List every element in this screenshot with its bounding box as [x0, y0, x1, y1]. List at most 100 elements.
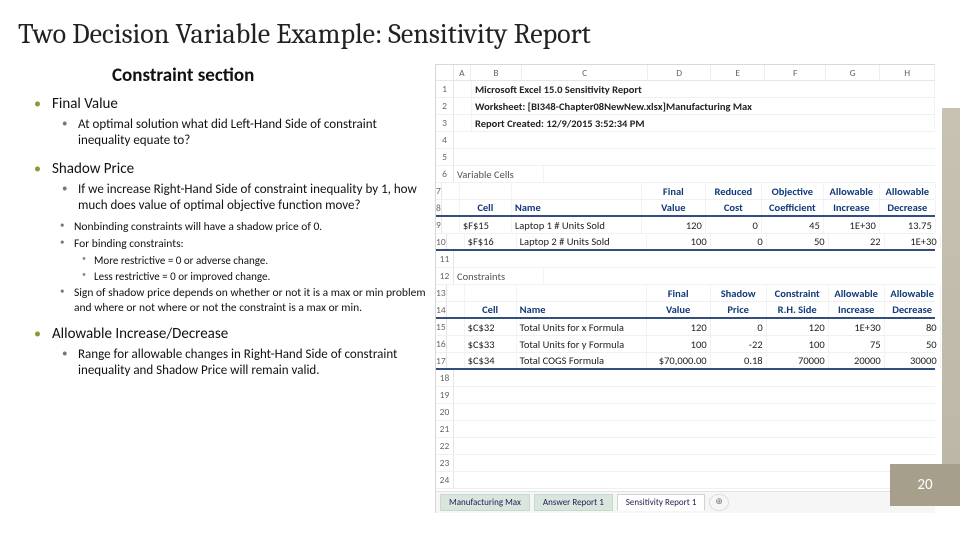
td: 1E+30: [885, 234, 941, 249]
bullet-allowable: Allowable Increase/Decrease Range for al…: [24, 325, 429, 380]
th: Shadow: [711, 285, 767, 301]
td: 0: [711, 234, 767, 249]
td: 120: [642, 217, 706, 233]
col-F: F: [765, 65, 825, 80]
td: 0: [706, 217, 762, 233]
note: Nonbinding constraints will have a shado…: [52, 220, 429, 234]
th: R.H. Side: [767, 302, 829, 317]
td: 80: [885, 319, 941, 335]
th: Decrease: [885, 302, 941, 317]
td: Laptop 2 # Units Sold: [517, 234, 647, 249]
td: -22: [711, 336, 767, 352]
slide-title: Two Decision Variable Example: Sensitivi…: [0, 0, 960, 50]
bullet-heading: Final Value: [52, 95, 118, 113]
add-sheet-icon[interactable]: ⊕: [709, 494, 729, 511]
sheet-tabs: Manufacturing Max Answer Report 1 Sensit…: [436, 491, 935, 513]
col-A: A: [454, 65, 472, 80]
td: 100: [767, 336, 829, 352]
note-text: For binding constraints:: [74, 237, 184, 251]
td: $F$15: [460, 217, 512, 233]
td: 0.18: [711, 353, 767, 368]
excel-screenshot: A B C D E F G H 1Microsoft Excel 15.0 Se…: [435, 64, 935, 513]
td: 120: [767, 319, 829, 335]
td: 20000: [829, 353, 885, 368]
th: Cost: [706, 200, 762, 215]
constraints-label: Constraints: [454, 268, 544, 284]
td: 100: [647, 234, 711, 249]
th: Price: [711, 302, 767, 317]
note: For binding constraints: More restrictiv…: [52, 237, 429, 283]
td: 100: [647, 336, 711, 352]
td: Total COGS Formula: [517, 353, 647, 368]
td: Total Units for y Formula: [517, 336, 647, 352]
col-D: D: [648, 65, 710, 80]
th: Cell: [465, 302, 517, 317]
th: Name: [517, 302, 647, 317]
bullet-sub: At optimal solution what did Left-Hand S…: [52, 117, 429, 150]
left-column: Constraint section Final Value At optima…: [24, 64, 429, 513]
th: Allowable: [829, 285, 885, 301]
section-heading: Constraint section: [24, 64, 429, 87]
th: Constraint: [767, 285, 829, 301]
td: $C$32: [465, 319, 517, 335]
th: Decrease: [880, 200, 936, 215]
sheet-tab-active[interactable]: Sensitivity Report 1: [617, 494, 706, 511]
subnote: Less restrictive = 0 or improved change.: [74, 270, 429, 284]
col-G: G: [826, 65, 881, 80]
var-cells-label: Variable Cells: [454, 166, 544, 182]
td: $70,000.00: [647, 353, 711, 368]
report-title: Microsoft Excel 15.0 Sensitivity Report: [472, 81, 935, 97]
th: Value: [647, 302, 711, 317]
th: Name: [512, 200, 642, 215]
td: 50: [767, 234, 829, 249]
decorative-stripe: [942, 108, 960, 468]
td: 45: [762, 217, 824, 233]
sheet-tab[interactable]: Manufacturing Max: [440, 494, 530, 511]
td: Laptop 1 # Units Sold: [512, 217, 642, 233]
td: 120: [647, 319, 711, 335]
th: Final: [642, 183, 706, 199]
th: Cell: [460, 200, 512, 215]
bullet-heading: Allowable Increase/Decrease: [52, 325, 228, 343]
td: 0: [711, 319, 767, 335]
worksheet-line: Worksheet: [BI348-Chapter08NewNew.xlsx]M…: [472, 98, 935, 114]
bullet-heading: Shadow Price: [52, 160, 134, 178]
td: 75: [829, 336, 885, 352]
th: Allowable: [824, 183, 880, 199]
created-line: Report Created: 12/9/2015 3:52:34 PM: [472, 115, 935, 131]
column-header-row: A B C D E F G H: [436, 65, 935, 81]
th: Objective: [762, 183, 824, 199]
td: 30000: [885, 353, 941, 368]
note: Sign of shadow price depends on whether …: [52, 286, 429, 315]
td: 50: [885, 336, 941, 352]
td: Total Units for x Formula: [517, 319, 647, 335]
content-area: Constraint section Final Value At optima…: [0, 50, 960, 513]
slide-number: 20: [890, 464, 960, 506]
col-C: C: [522, 65, 649, 80]
bullet-sub: Range for allowable changes in Right-Han…: [52, 347, 429, 380]
td: $F$16: [465, 234, 517, 249]
bullet-final-value: Final Value At optimal solution what did…: [24, 95, 429, 150]
col-E: E: [711, 65, 766, 80]
sheet-tab[interactable]: Answer Report 1: [534, 494, 613, 511]
th: Allowable: [880, 183, 936, 199]
th: Final: [647, 285, 711, 301]
td: 13.75: [880, 217, 936, 233]
col-H: H: [880, 65, 935, 80]
th: Coefficient: [762, 200, 824, 215]
th: Value: [642, 200, 706, 215]
td: $C$34: [465, 353, 517, 368]
td: 1E+30: [824, 217, 880, 233]
th: Increase: [824, 200, 880, 215]
th: Increase: [829, 302, 885, 317]
th: Reduced: [706, 183, 762, 199]
td: 22: [829, 234, 885, 249]
td: $C$33: [465, 336, 517, 352]
bullet-sub: If we increase Right-Hand Side of constr…: [52, 182, 429, 215]
th: Allowable: [885, 285, 941, 301]
subnote: More restrictive = 0 or adverse change.: [74, 254, 429, 268]
bullet-shadow-price: Shadow Price If we increase Right-Hand S…: [24, 160, 429, 316]
td: 1E+30: [829, 319, 885, 335]
td: 70000: [767, 353, 829, 368]
col-B: B: [471, 65, 522, 80]
